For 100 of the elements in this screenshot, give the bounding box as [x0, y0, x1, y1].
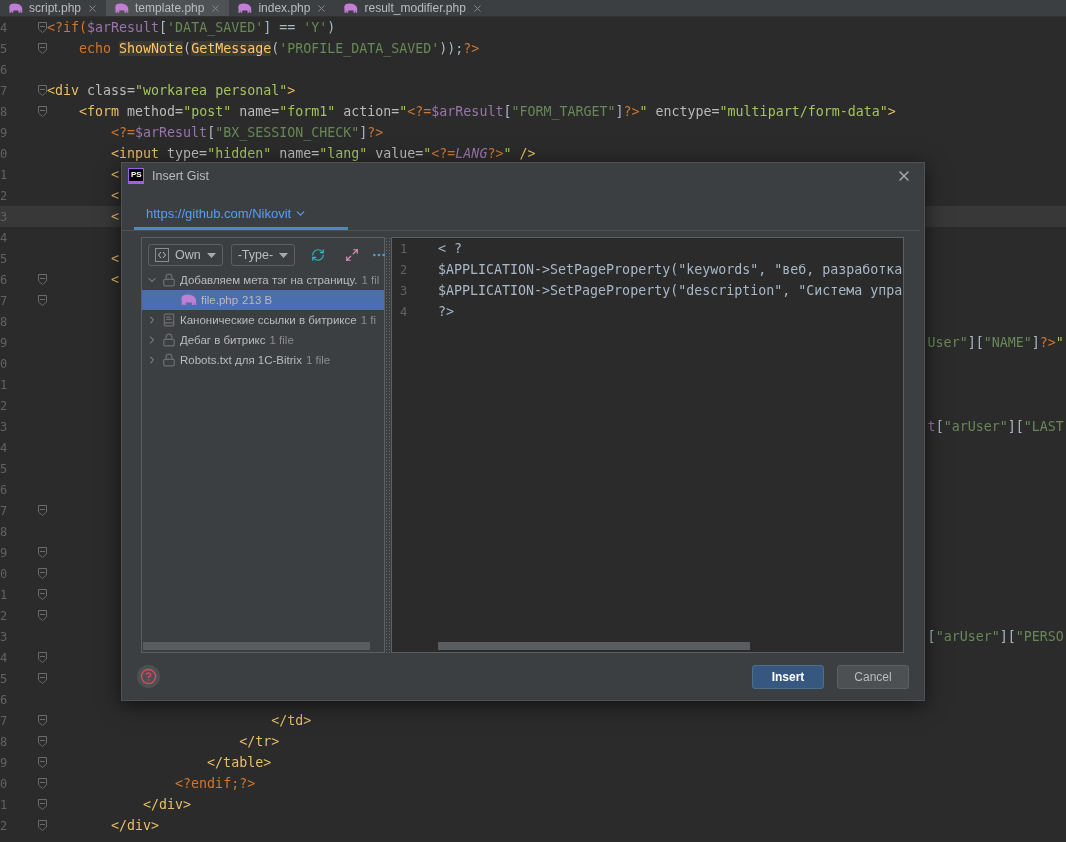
code-line: echo ShowNote(GetMessage('PROFILE_DATA_SAVED'));?> [79, 41, 480, 56]
fold-marker-icon[interactable] [37, 43, 47, 54]
fold-marker-icon[interactable] [37, 85, 47, 96]
fold-marker-icon[interactable] [37, 799, 47, 810]
file-tab[interactable]: template.php [106, 0, 230, 16]
tree-row[interactable]: Канонические ссылки в битриксе 1 fi [142, 310, 384, 330]
elephant-icon [180, 294, 197, 306]
dialog-title: Insert Gist [152, 169, 209, 183]
file-tab[interactable]: script.php [0, 0, 107, 16]
help-button[interactable] [137, 665, 160, 688]
line-number: 9 [0, 335, 9, 350]
app-logo: PS [128, 168, 144, 184]
gist-meta: 1 file [269, 334, 294, 346]
line-number: 3 [399, 283, 409, 298]
cancel-button[interactable]: Cancel [837, 664, 909, 689]
line-number: 7 [0, 293, 9, 308]
line-number: 8 [0, 104, 9, 119]
code-line: < [111, 167, 120, 182]
gist-title: Добавляем мета тэг на страницу. [180, 274, 358, 286]
line-number: 8 [0, 524, 9, 539]
fold-marker-icon[interactable] [37, 106, 47, 117]
code-line: <?=$arResult["BX_SESSION_CHECK"]?> [111, 125, 384, 140]
line-number: 6 [0, 692, 9, 707]
code-line: < [111, 251, 120, 266]
fold-marker-icon[interactable] [37, 568, 47, 579]
code-line: < [111, 272, 120, 287]
fold-marker-icon[interactable] [37, 274, 47, 285]
line-number: 5 [0, 41, 9, 56]
code-line: t["arUser"]["LAST [927, 419, 1064, 434]
line-number: 8 [0, 314, 9, 329]
tree-row[interactable]: Robots.txt для 1C-Bitrix 1 file [142, 350, 384, 370]
expand-icon [345, 248, 360, 262]
line-number: 0 [0, 566, 9, 581]
code-line: ["arUser"]["PERSO [927, 629, 1064, 644]
file-tab[interactable]: result_modifier.php [335, 0, 491, 16]
filter-dropdown[interactable]: -Type- [230, 244, 296, 266]
line-number: 0 [0, 146, 9, 161]
gist-meta: 1 file [305, 354, 331, 366]
line-number: 2 [0, 188, 9, 203]
fold-marker-icon[interactable] [37, 715, 47, 726]
code-line: <?endif;?> [175, 776, 256, 791]
elephant-icon [114, 2, 130, 14]
scrollbar[interactable] [143, 642, 370, 650]
code-line: <div class="workarea personal"> [47, 83, 296, 98]
code-line: User"]["NAME"]?>" [927, 335, 1064, 350]
code-line: < [111, 188, 120, 203]
close-icon[interactable] [210, 2, 222, 14]
account-tab[interactable]: https://github.com/Nikovit [134, 199, 348, 230]
line-number: 9 [0, 545, 9, 560]
close-icon[interactable] [471, 2, 483, 14]
fold-marker-icon[interactable] [37, 673, 47, 684]
fold-marker-icon[interactable] [37, 736, 47, 747]
code-line: </td> [271, 713, 312, 728]
fold-marker-icon[interactable] [37, 295, 47, 306]
fold-marker-icon[interactable] [37, 820, 47, 831]
fold-marker-icon[interactable] [37, 652, 47, 663]
code-line: <input type="hidden" name="lang" value="<?=LANG?>" /> [111, 146, 536, 161]
fold-marker-icon[interactable] [37, 547, 47, 558]
tree-row[interactable]: Добавляем мета тэг на страницу. 1 fil [142, 270, 384, 290]
line-number: 1 [399, 241, 409, 256]
fold-marker-icon[interactable] [37, 757, 47, 768]
gist-title: Robots.txt для 1C-Bitrix [180, 354, 302, 366]
lock-icon [162, 333, 176, 347]
line-number: 6 [0, 62, 9, 77]
caret-icon [206, 252, 216, 258]
line-number: 9 [0, 755, 9, 770]
fold-marker-icon[interactable] [37, 505, 47, 516]
line-number: 6 [0, 272, 9, 287]
line-number: 2 [0, 608, 9, 623]
line-number: 8 [0, 734, 9, 749]
gist-meta: 213 B [242, 294, 273, 306]
gist-meta: 1 fi [360, 314, 376, 326]
fold-marker-icon[interactable] [37, 778, 47, 789]
fold-marker-icon[interactable] [37, 22, 47, 33]
line-number: 5 [0, 251, 9, 266]
gist-meta: 1 fil [361, 274, 380, 286]
elephant-icon [343, 2, 359, 14]
gist-title: Дебаг в битрикс [180, 334, 266, 346]
line-number: 7 [0, 503, 9, 518]
insert-button[interactable]: Insert [752, 664, 824, 689]
code-line: ?> [438, 304, 454, 319]
close-icon[interactable] [316, 2, 328, 14]
code-line: < ? [438, 241, 463, 256]
fold-marker-icon[interactable] [37, 589, 47, 600]
line-number: 5 [0, 461, 9, 476]
file-tab[interactable]: index.php [229, 0, 336, 16]
line-number: 0 [0, 776, 9, 791]
code-line: < [111, 209, 120, 224]
fold-marker-icon[interactable] [37, 610, 47, 621]
code-line: </table> [207, 755, 272, 770]
scrollbar[interactable] [438, 642, 750, 650]
tree-row[interactable]: Дебаг в битрикс 1 file [142, 330, 384, 350]
code-line: </tr> [239, 734, 280, 749]
close-icon[interactable] [87, 2, 99, 14]
filter-dropdown[interactable]: Own [148, 244, 223, 266]
gist-title: file.php [201, 294, 239, 306]
code-line: </div> [111, 818, 160, 833]
line-number: 1 [0, 797, 9, 812]
lock-icon [162, 273, 176, 287]
line-number: 7 [0, 713, 9, 728]
